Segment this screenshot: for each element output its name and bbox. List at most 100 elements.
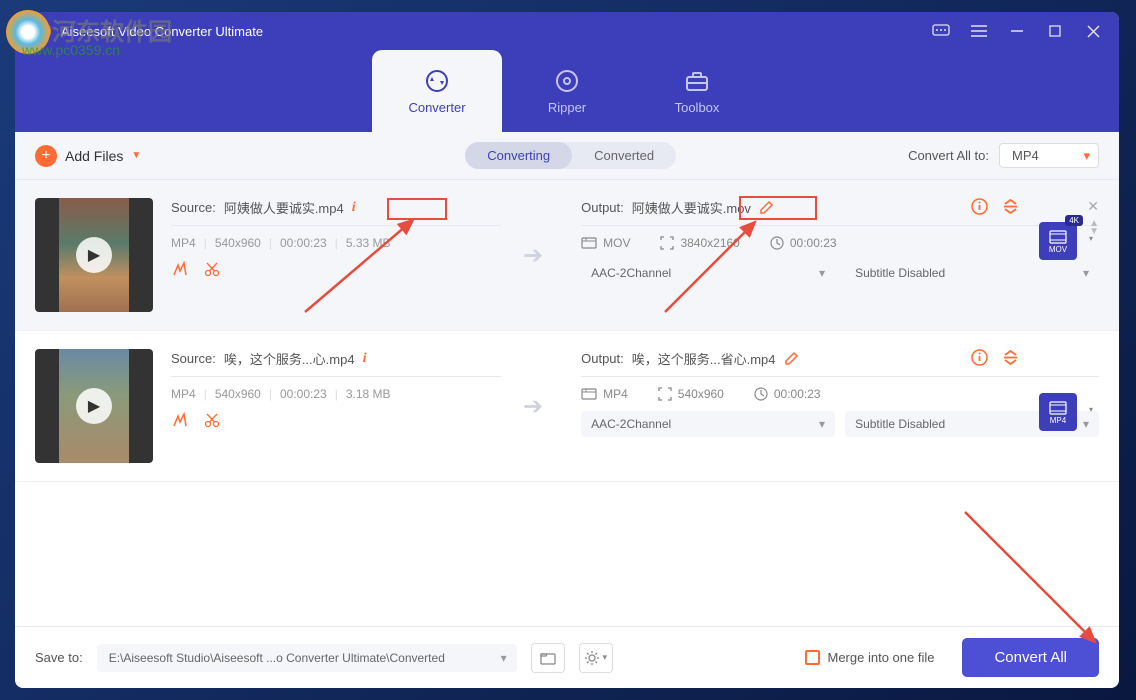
resolution-icon bbox=[660, 236, 674, 250]
source-panel: Source: 阿姨做人要诚实.mp4 i MP4| 540x960| 00:0… bbox=[171, 198, 501, 278]
output-filename: 唉，这个服务...省心.mp4 bbox=[632, 349, 776, 368]
src-resolution: 540x960 bbox=[215, 236, 261, 250]
close-button[interactable] bbox=[1083, 21, 1103, 41]
audio-select[interactable]: AAC-2Channel bbox=[581, 260, 835, 286]
out-format: MOV bbox=[603, 236, 630, 250]
src-format: MP4 bbox=[171, 236, 196, 250]
out-resolution: 540x960 bbox=[678, 387, 724, 401]
plus-icon: + bbox=[35, 145, 57, 167]
settings-button[interactable]: ▾ bbox=[579, 643, 613, 673]
arrow-right-icon: ➔ bbox=[523, 392, 543, 421]
film-icon bbox=[1048, 400, 1068, 416]
browse-folder-button[interactable] bbox=[531, 643, 565, 673]
add-files-button[interactable]: + Add Files ▼ bbox=[35, 145, 141, 167]
bottom-bar: Save to: E:\Aiseesoft Studio\Aiseesoft .… bbox=[15, 626, 1119, 688]
file-item[interactable]: ▶ Source: 唉，这个服务...心.mp4 i MP4| 540x960|… bbox=[15, 331, 1119, 482]
maximize-button[interactable] bbox=[1045, 21, 1065, 41]
output-label: Output: bbox=[581, 351, 624, 366]
convert-all-format-value: MP4 bbox=[1012, 148, 1039, 163]
converter-icon bbox=[424, 68, 450, 94]
file-item[interactable]: ▶ Source: 阿姨做人要诚实.mp4 i MP4| 540x960| 00… bbox=[15, 180, 1119, 331]
subtab-converted[interactable]: Converted bbox=[572, 142, 676, 169]
minimize-button[interactable] bbox=[1007, 21, 1027, 41]
cut-icon[interactable] bbox=[203, 260, 221, 278]
tab-converter-label: Converter bbox=[408, 100, 465, 115]
clock-icon bbox=[754, 387, 768, 401]
play-icon: ▶ bbox=[76, 388, 112, 424]
video-icon bbox=[581, 388, 597, 400]
tab-toolbox[interactable]: Toolbox bbox=[632, 50, 762, 132]
src-size: 3.18 MB bbox=[346, 387, 391, 401]
out-duration: 00:00:23 bbox=[774, 387, 821, 401]
compress-icon[interactable] bbox=[1002, 198, 1019, 220]
toolbar: + Add Files ▼ Converting Converted Conve… bbox=[15, 132, 1119, 180]
effect-icon[interactable] bbox=[171, 411, 189, 429]
audio-select[interactable]: AAC-2Channel bbox=[581, 411, 835, 437]
cut-icon[interactable] bbox=[203, 411, 221, 429]
subtitle-select[interactable]: Subtitle Disabled bbox=[845, 260, 1099, 286]
info-icon[interactable]: i bbox=[363, 351, 367, 367]
source-filename: 唉，这个服务...心.mp4 bbox=[224, 349, 355, 368]
app-title: Aiseesoft Video Converter Ultimate bbox=[61, 24, 931, 39]
source-meta: MP4| 540x960| 00:00:23| 3.18 MB bbox=[171, 376, 501, 401]
output-format-badge[interactable]: 4K MOV bbox=[1039, 222, 1077, 260]
file-list: ▶ Source: 阿姨做人要诚实.mp4 i MP4| 540x960| 00… bbox=[15, 180, 1119, 626]
compress-icon[interactable] bbox=[1002, 349, 1019, 371]
film-icon bbox=[1048, 229, 1068, 245]
video-thumbnail[interactable]: ▶ bbox=[35, 349, 153, 463]
toolbox-icon bbox=[684, 68, 710, 94]
source-meta: MP4| 540x960| 00:00:23| 5.33 MB bbox=[171, 225, 501, 250]
info-circle-icon[interactable] bbox=[971, 349, 988, 371]
info-circle-icon[interactable] bbox=[971, 198, 988, 220]
ripper-icon bbox=[554, 68, 580, 94]
out-resolution: 3840x2160 bbox=[680, 236, 739, 250]
effect-icon[interactable] bbox=[171, 260, 189, 278]
save-to-label: Save to: bbox=[35, 650, 83, 665]
badge-4k: 4K bbox=[1065, 215, 1083, 226]
source-filename: 阿姨做人要诚实.mp4 bbox=[224, 198, 344, 217]
output-filename: 阿姨做人要诚实.mov bbox=[632, 198, 751, 217]
main-tabs: Converter Ripper Toolbox bbox=[15, 50, 1119, 132]
src-resolution: 540x960 bbox=[215, 387, 261, 401]
edit-icon[interactable] bbox=[759, 200, 774, 215]
merge-label: Merge into one file bbox=[828, 650, 935, 665]
watermark-url: www.pc0359.cn bbox=[22, 42, 120, 58]
tab-ripper[interactable]: Ripper bbox=[502, 50, 632, 132]
info-icon[interactable]: i bbox=[352, 200, 356, 216]
resolution-icon bbox=[658, 387, 672, 401]
chevron-down-icon: ▼ bbox=[131, 150, 141, 161]
output-format-badge[interactable]: MP4 bbox=[1039, 393, 1077, 431]
tab-converter[interactable]: Converter bbox=[372, 50, 502, 132]
convert-all-format-select[interactable]: MP4 bbox=[999, 143, 1099, 168]
save-path-select[interactable]: E:\Aiseesoft Studio\Aiseesoft ...o Conve… bbox=[97, 644, 517, 672]
menu-button[interactable] bbox=[969, 21, 989, 41]
src-size: 5.33 MB bbox=[346, 236, 391, 250]
app-window: Aiseesoft Video Converter Ultimate Conve… bbox=[15, 12, 1119, 688]
out-format: MP4 bbox=[603, 387, 628, 401]
clock-icon bbox=[770, 236, 784, 250]
source-panel: Source: 唉，这个服务...心.mp4 i MP4| 540x960| 0… bbox=[171, 349, 501, 429]
arrow-right-icon: ➔ bbox=[523, 241, 543, 270]
merge-checkbox-row[interactable]: Merge into one file bbox=[805, 650, 935, 665]
tab-toolbox-label: Toolbox bbox=[675, 100, 720, 115]
window-controls bbox=[931, 21, 1103, 41]
feedback-button[interactable] bbox=[931, 21, 951, 41]
output-label: Output: bbox=[581, 200, 624, 215]
edit-icon[interactable] bbox=[784, 351, 799, 366]
save-path-value: E:\Aiseesoft Studio\Aiseesoft ...o Conve… bbox=[109, 651, 445, 665]
remove-item-button[interactable]: ✕ bbox=[1087, 198, 1099, 215]
source-label: Source: bbox=[171, 200, 216, 215]
tab-ripper-label: Ripper bbox=[548, 100, 586, 115]
video-icon bbox=[581, 237, 597, 249]
sub-tabs: Converting Converted bbox=[465, 142, 676, 169]
convert-all-button[interactable]: Convert All bbox=[962, 638, 1099, 677]
merge-checkbox[interactable] bbox=[805, 650, 820, 665]
convert-all-to-label: Convert All to: bbox=[908, 148, 989, 163]
video-thumbnail[interactable]: ▶ bbox=[35, 198, 153, 312]
titlebar: Aiseesoft Video Converter Ultimate bbox=[15, 12, 1119, 50]
add-files-label: Add Files bbox=[65, 148, 123, 164]
convert-all-to: Convert All to: MP4 bbox=[908, 143, 1099, 168]
subtab-converting[interactable]: Converting bbox=[465, 142, 572, 169]
badge-format: MOV bbox=[1049, 245, 1067, 254]
src-duration: 00:00:23 bbox=[280, 236, 327, 250]
